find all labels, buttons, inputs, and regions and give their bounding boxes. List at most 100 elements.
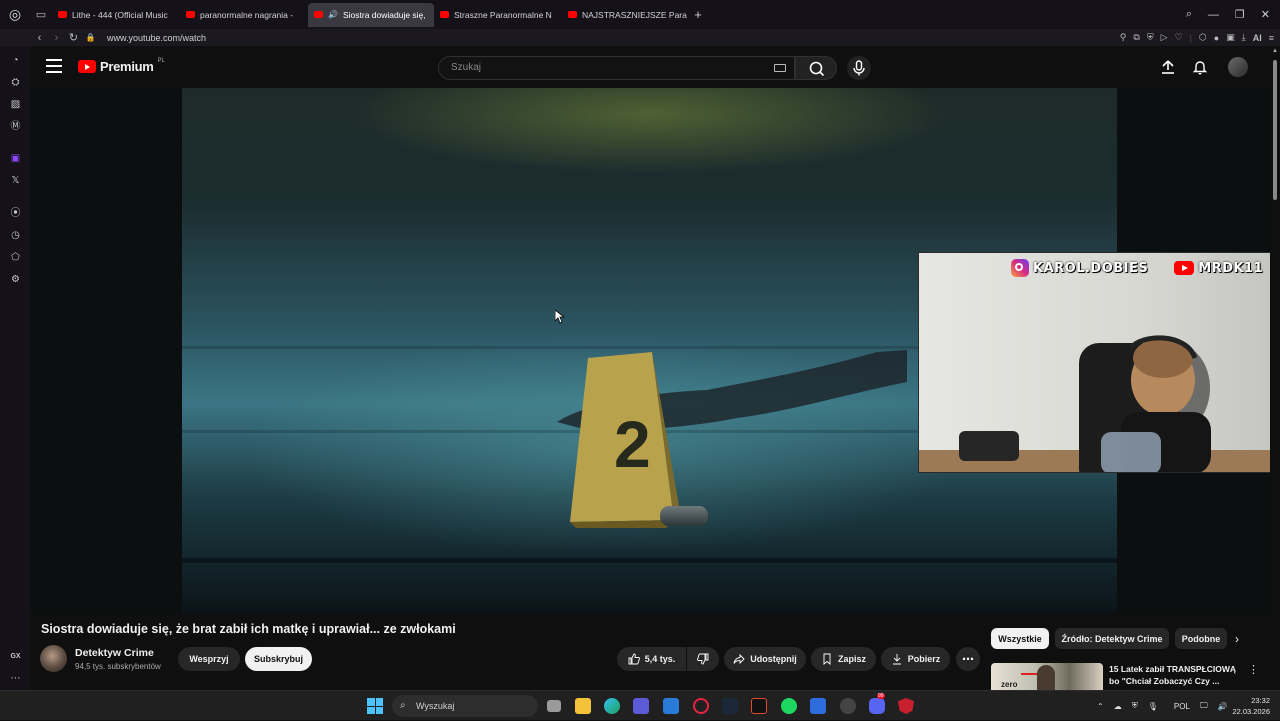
snapshot-icon[interactable]: ⧉ [1133,32,1139,43]
messenger-m-icon[interactable]: Ⓜ [9,120,22,133]
tab-najstraszniejsze[interactable]: NAJSTRASZNIEJSZE Para [562,3,688,27]
save-button[interactable]: Zapisz [811,647,876,671]
search-input[interactable]: Szukaj [438,56,795,80]
upload-icon[interactable] [1160,59,1176,75]
gx-badge[interactable]: GX [9,650,22,663]
chip-all[interactable]: Wszystkie [991,628,1049,649]
edge-icon[interactable] [604,698,620,714]
mail-icon[interactable] [663,698,679,714]
tab-siostra-active[interactable]: 🔊 Siostra dowiaduje się, [308,2,434,27]
youtube-favicon-icon [58,11,67,18]
twitch-icon[interactable]: ▣ [9,152,22,165]
x-twitter-icon[interactable]: 𝕏 [9,174,22,187]
user-avatar[interactable] [1228,57,1248,77]
network-icon[interactable]: 🖵 [1200,701,1208,711]
history-icon[interactable]: ◷ [9,229,22,242]
steam-icon[interactable] [722,698,738,714]
language-indicator[interactable]: POL [1174,702,1190,711]
gx-control-icon[interactable]: ◔ [9,54,22,67]
page-scrollbar[interactable]: ▲ [1270,46,1280,690]
notifications-bell-icon[interactable] [1192,59,1208,75]
maximize-icon[interactable]: ❐ [1235,8,1245,21]
tab-search-icon[interactable]: ⌕ [1186,8,1192,21]
gx-corner-icon[interactable]: ⛭ [9,76,22,89]
windows-start-icon[interactable] [367,698,383,714]
chip-source-channel[interactable]: Źródło: Detektyw Crime [1055,628,1169,649]
forward-arrow-icon[interactable]: › [48,32,65,44]
chevron-right-icon[interactable]: › [1235,632,1239,646]
youtube-favicon-icon [440,11,449,18]
keyboard-icon[interactable] [774,64,786,72]
back-arrow-icon[interactable]: ‹ [31,32,48,44]
download-button[interactable]: Pobierz [881,647,950,671]
settings-gear-icon[interactable]: ⚙ [9,273,22,286]
brave-shield-icon[interactable] [898,698,914,714]
channel-name[interactable]: Detektyw Crime [75,647,154,659]
new-tab-plus-icon[interactable]: + [688,3,708,27]
extensions-sidebar-icon[interactable]: ⬠ [9,251,22,264]
opera-gx-logo-icon[interactable]: ◎ [0,0,30,29]
hamburger-menu-icon[interactable] [46,59,62,75]
tab-lithe[interactable]: Lithe - 444 (Official Music [52,3,180,27]
task-view-icon[interactable] [547,700,561,712]
search-button[interactable] [795,56,837,80]
intellij-icon[interactable] [751,698,767,714]
close-icon[interactable]: ✕ [1261,8,1270,21]
windows-taskbar: ⌕ Wyszukaj 99 ⌃ ☁ ⛨ 🎙 POL 🖵 🔊 23:32 22.0… [0,690,1280,720]
tab-straszne-paranormalne[interactable]: Straszne Paranormalne N [434,3,562,27]
discord-icon[interactable]: 99 [869,693,885,714]
chip-similar[interactable]: Podobne [1175,628,1227,649]
scroll-up-arrow-icon[interactable]: ▲ [1272,48,1278,54]
save-label: Zapisz [837,654,866,664]
minimize-icon[interactable]: — [1208,9,1219,21]
tray-shield-icon[interactable]: ⛨ [1132,701,1138,711]
window-controls: ⌕ — ❐ ✕ [1186,0,1270,29]
wallet-icon[interactable]: ▣ [1226,32,1235,43]
player-sidebar-icon[interactable]: ⦿ [9,207,22,220]
taskbar-search-input[interactable]: ⌕ Wyszukaj [392,695,538,717]
profile-icon[interactable]: ● [1214,33,1219,43]
youtube-handle: MRDK11 [1198,260,1264,276]
workspaces-icon[interactable]: ▭ [30,0,52,29]
subscriber-count: 94,5 tys. subskrybentów [75,662,161,671]
scrollbar-thumb[interactable] [1273,60,1277,200]
ad-block-icon[interactable]: ⛨ [1147,32,1154,43]
more-dots-icon[interactable]: ⋯ [9,672,22,685]
menu-icon[interactable]: ≡ [1269,33,1274,43]
share-button[interactable]: Udostępnij [724,647,806,671]
spotify-icon[interactable] [781,698,797,714]
youtube-premium-logo[interactable]: Premium PL [78,58,165,74]
recommendation-thumbnail[interactable]: zero [991,663,1103,690]
url-field[interactable]: www.youtube.com/watch [107,33,206,43]
volume-icon[interactable]: 🔊 [1218,702,1228,711]
extensions-icon[interactable]: ⬡ [1199,32,1207,43]
tray-cloud-icon[interactable]: ☁ [1114,702,1122,711]
support-button[interactable]: Wesprzyj [178,647,240,671]
aria-ai-button[interactable]: AI [1253,33,1262,43]
taskbar-clock[interactable]: 23:32 22.03.2026 [1232,695,1270,717]
pin-icon[interactable]: ⚲ [1120,32,1127,43]
tab-paranormalne-nagrania[interactable]: paranormalne nagrania - [180,3,308,27]
more-actions-button[interactable]: ⋯ [956,647,980,671]
floor-board-line [182,558,1117,563]
download-icon[interactable]: ⤓ [1242,32,1246,43]
audio-playing-icon[interactable]: 🔊 [328,10,338,19]
channel-avatar[interactable] [40,645,67,672]
like-button[interactable]: 5,4 tys. [617,647,686,671]
opera-gx-taskbar-icon[interactable] [693,698,709,714]
tray-chevron-up-icon[interactable]: ⌃ [1097,702,1104,711]
recommendation-title[interactable]: 15 Latek zabił TRANSPŁCIOWĄ bo "Chciał Z… [1109,663,1244,687]
more-vertical-icon[interactable]: ⋮ [1248,663,1259,676]
file-explorer-icon[interactable] [575,698,591,714]
subscribe-button[interactable]: Subskrybuj [245,647,312,671]
dislike-button[interactable] [687,647,719,671]
voice-search-button[interactable] [847,56,871,80]
heart-icon[interactable]: ♡ [1175,32,1183,43]
app-square-icon[interactable] [810,698,826,714]
tray-microphone-icon[interactable]: 🎙 [1148,702,1158,711]
player-icon[interactable]: ▷ [1161,32,1168,43]
reload-icon[interactable]: ↻ [65,31,82,44]
microsoft-store-icon[interactable] [633,698,649,714]
chrome-like-icon[interactable] [840,698,856,714]
gx-cleaner-icon[interactable]: ▨ [9,98,22,111]
